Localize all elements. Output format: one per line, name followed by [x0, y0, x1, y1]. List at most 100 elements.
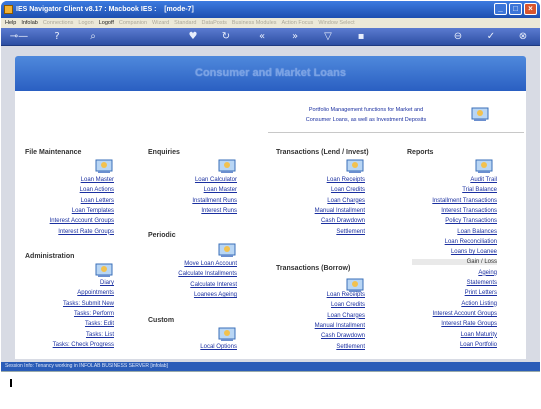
- administration-link-tasks-edit[interactable]: Tasks: Edit: [85, 321, 114, 327]
- file-maintenance-link-loan-templates[interactable]: Loan Templates: [72, 208, 114, 214]
- window-mode: [mode-7]: [164, 6, 194, 13]
- reports-link-gain-loss[interactable]: Gain / Loss: [411, 259, 497, 266]
- heart-icon[interactable]: ♥: [187, 31, 199, 43]
- transactions-borrow-link-manual-installment[interactable]: Manual Installment: [315, 323, 365, 329]
- menu-wizard[interactable]: Wizard: [152, 18, 169, 28]
- file-maintenance-title: File Maintenance: [25, 149, 82, 156]
- delete-icon[interactable]: ⊖: [452, 31, 464, 43]
- transactions-lend-title: Transactions (Lend / Invest): [276, 149, 369, 156]
- description-divider: [268, 132, 524, 133]
- menu-dataposts[interactable]: DataPosts: [202, 18, 227, 28]
- custom-link-local-options[interactable]: Local Options: [200, 344, 237, 350]
- administration-link-diary[interactable]: Diary: [100, 280, 114, 286]
- transactions-lend-link-settlement[interactable]: Settlement: [336, 229, 365, 235]
- reports-link-interest-account-groups[interactable]: Interest Account Groups: [433, 311, 497, 317]
- periodic-link-calculate-installments[interactable]: Calculate Installments: [178, 271, 237, 277]
- menu-companion[interactable]: Companion: [119, 18, 147, 28]
- administration-link-tasks-perform[interactable]: Tasks: Perform: [74, 311, 114, 317]
- file-maintenance-link-loan-actions[interactable]: Loan Actions: [80, 187, 114, 193]
- administration-title: Administration: [25, 253, 75, 260]
- administration-link-tasks-check-progress[interactable]: Tasks: Check Progress: [53, 342, 114, 348]
- transactions-lend-icon: [346, 159, 364, 173]
- transactions-lend-link-cash-drawdown[interactable]: Cash Drawdown: [321, 218, 365, 224]
- menu-connections[interactable]: Connections: [43, 18, 74, 28]
- window-title: IES Navigator Client v8.17 : Macbook IES…: [16, 6, 157, 13]
- loans-module-icon: [471, 107, 489, 121]
- search-icon[interactable]: ⌕: [87, 31, 99, 43]
- custom-title: Custom: [148, 317, 175, 324]
- transactions-borrow-link-cash-drawdown[interactable]: Cash Drawdown: [321, 333, 365, 339]
- menu-logon[interactable]: Logon: [78, 18, 93, 28]
- reports-link-interest-rate-groups[interactable]: Interest Rate Groups: [441, 321, 497, 327]
- administration-link-tasks-submit-new[interactable]: Tasks: Submit New: [63, 301, 114, 307]
- reports-link-loan-reconciliation[interactable]: Loan Reconciliation: [445, 239, 497, 245]
- reports-link-loans-by-loanee[interactable]: Loans by Loanee: [451, 249, 497, 255]
- transactions-lend-link-manual-installment[interactable]: Manual Installment: [315, 208, 365, 214]
- menu-standard[interactable]: Standard: [174, 18, 196, 28]
- transactions-borrow-link-loan-credits[interactable]: Loan Credits: [331, 302, 365, 308]
- reports-link-print-letters[interactable]: Print Letters: [465, 290, 497, 296]
- administration-link-tasks-list[interactable]: Tasks: List: [86, 332, 114, 338]
- enquiries-link-loan-calculator[interactable]: Loan Calculator: [195, 177, 237, 183]
- reports-link-audit-trail[interactable]: Audit Trail: [470, 177, 497, 183]
- menu-help[interactable]: Help: [5, 18, 16, 28]
- reports-link-action-listing[interactable]: Action Listing: [461, 301, 497, 307]
- module-banner: Consumer and Market Loans: [15, 56, 526, 91]
- file-maintenance-link-interest-rate-groups[interactable]: Interest Rate Groups: [58, 229, 114, 235]
- back-icon[interactable]: «: [256, 31, 268, 43]
- ok-icon[interactable]: ✓: [485, 31, 497, 43]
- key-icon[interactable]: ⊸—: [7, 31, 31, 43]
- client-area: Consumer and Market Loans Portfolio Mana…: [1, 46, 540, 362]
- file-maintenance-link-loan-master[interactable]: Loan Master: [81, 177, 114, 183]
- save-icon[interactable]: ▪: [355, 31, 367, 43]
- menu-window-select[interactable]: Window Select: [318, 18, 354, 28]
- reports-link-trial-balance[interactable]: Trial Balance: [462, 187, 497, 193]
- window-controls: _ □ ×: [494, 3, 537, 15]
- reports-link-policy-transactions[interactable]: Policy Transactions: [445, 218, 497, 224]
- reports-link-loan-maturity[interactable]: Loan Maturity: [461, 332, 497, 338]
- periodic-link-move-loan-account[interactable]: Move Loan Account: [184, 261, 237, 267]
- transactions-borrow-title: Transactions (Borrow): [276, 265, 351, 272]
- reports-title: Reports: [407, 149, 434, 156]
- reports-link-interest-transactions[interactable]: Interest Transactions: [441, 208, 497, 214]
- reports-link-installment-transactions[interactable]: Installment Transactions: [432, 198, 497, 204]
- menu-infolab[interactable]: Infolab: [21, 18, 38, 28]
- reports-link-loan-portfolio[interactable]: Loan Portfolio: [460, 342, 497, 348]
- module-description: Portfolio Management functions for Marke…: [291, 105, 441, 125]
- periodic-link-loanees-ageing[interactable]: Loanees Ageing: [194, 292, 237, 298]
- help-icon[interactable]: ?: [51, 31, 63, 43]
- transactions-lend-link-loan-charges[interactable]: Loan Charges: [327, 198, 365, 204]
- filter-icon[interactable]: ▽: [322, 31, 334, 43]
- status-bar: Session Info: Tenancy working in INFOLAB…: [1, 362, 540, 371]
- transactions-borrow-link-loan-charges[interactable]: Loan Charges: [327, 313, 365, 319]
- minimize-icon[interactable]: _: [494, 3, 507, 15]
- text-cursor: [10, 379, 12, 387]
- transactions-lend-link-loan-receipts[interactable]: Loan Receipts: [327, 177, 365, 183]
- transactions-lend-link-loan-credits[interactable]: Loan Credits: [331, 187, 365, 193]
- toolbar: ⊸— ? ⌕ ♥ ↻ « » ▽ ▪ ⊖ ✓ ⊗: [1, 28, 540, 46]
- reports-link-ageing[interactable]: Ageing: [478, 270, 497, 276]
- banner-title: Consumer and Market Loans: [195, 67, 346, 79]
- reports-link-loan-balances[interactable]: Loan Balances: [457, 229, 497, 235]
- enquiries-link-interest-runs[interactable]: Interest Runs: [201, 208, 237, 214]
- transactions-borrow-link-loan-receipts[interactable]: Loan Receipts: [327, 292, 365, 298]
- refresh-icon[interactable]: ↻: [220, 31, 232, 43]
- periodic-icon: [218, 243, 236, 257]
- file-maintenance-icon: [95, 159, 113, 173]
- transactions-borrow-link-settlement[interactable]: Settlement: [336, 344, 365, 350]
- menu-action-focus[interactable]: Action Focus: [282, 18, 314, 28]
- file-maintenance-link-interest-account-groups[interactable]: Interest Account Groups: [50, 218, 114, 224]
- menu-logoff[interactable]: Logoff: [99, 18, 114, 28]
- close-window-icon[interactable]: ×: [524, 3, 537, 15]
- administration-icon: [95, 263, 113, 277]
- menu-business-modules[interactable]: Business Modules: [232, 18, 277, 28]
- reports-link-statements[interactable]: Statements: [467, 280, 497, 286]
- enquiries-link-loan-master[interactable]: Loan Master: [204, 187, 237, 193]
- periodic-link-calculate-interest[interactable]: Calculate Interest: [190, 282, 237, 288]
- close-icon[interactable]: ⊗: [517, 31, 529, 43]
- file-maintenance-link-loan-letters[interactable]: Loan Letters: [81, 198, 114, 204]
- maximize-icon[interactable]: □: [509, 3, 522, 15]
- forward-icon[interactable]: »: [289, 31, 301, 43]
- enquiries-link-installment-runs[interactable]: Installment Runs: [192, 198, 237, 204]
- administration-link-appointments[interactable]: Appointments: [77, 290, 114, 296]
